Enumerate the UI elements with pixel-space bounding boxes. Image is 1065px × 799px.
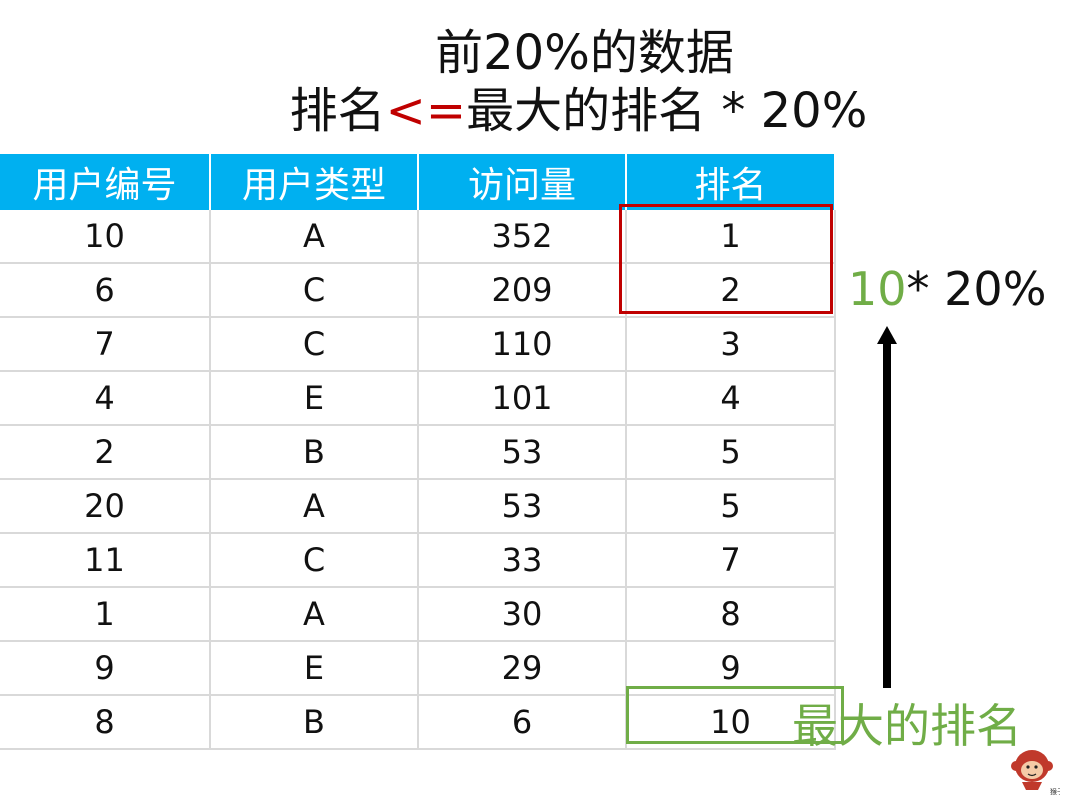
cell-rank: 7	[626, 533, 836, 588]
cell-user-type: C	[210, 317, 419, 372]
cell-user-type: A	[210, 479, 419, 534]
cell-rank: 4	[626, 371, 836, 426]
cell-user-id: 2	[0, 425, 211, 480]
cell-user-id: 4	[0, 371, 211, 426]
cell-user-id: 20	[0, 479, 211, 534]
logo-text: 猴子	[1050, 787, 1060, 796]
subtitle-operator: <=	[385, 83, 467, 139]
cell-user-id: 10	[0, 210, 211, 264]
cell-user-type: E	[210, 641, 419, 696]
header-visits: 访问量	[418, 154, 627, 210]
subtitle-suffix: 最大的排名 * 20%	[466, 83, 868, 139]
cell-user-type: B	[210, 425, 419, 480]
header-user-id: 用户编号	[0, 154, 211, 210]
cell-visits: 53	[418, 425, 627, 480]
cell-user-id: 9	[0, 641, 211, 696]
table-row: 2 B 53 5	[0, 425, 836, 480]
table-row: 7 C 110 3	[0, 317, 836, 372]
cell-rank: 5	[626, 479, 836, 534]
table-row: 20 A 53 5	[0, 479, 836, 534]
cell-visits: 101	[418, 371, 627, 426]
cell-user-type: A	[210, 210, 419, 264]
cell-user-type: C	[210, 533, 419, 588]
cell-visits: 30	[418, 587, 627, 642]
cell-user-id: 1	[0, 587, 211, 642]
cell-visits: 53	[418, 479, 627, 534]
subtitle-prefix: 排名	[289, 83, 386, 139]
cell-user-id: 6	[0, 263, 211, 318]
slide-title: 前20%的数据	[435, 25, 734, 81]
table-row: 11 C 33 7	[0, 533, 836, 588]
cell-user-type: C	[210, 263, 419, 318]
cell-rank: 8	[626, 587, 836, 642]
header-rank: 排名	[626, 154, 836, 210]
monkey-logo-icon: 猴子	[1011, 750, 1060, 796]
formula-rest: * 20%	[906, 262, 1047, 316]
cell-user-id: 11	[0, 533, 211, 588]
formula-value: 10	[848, 262, 907, 316]
cell-user-type: E	[210, 371, 419, 426]
table-header-row: 用户编号 用户类型 访问量 排名	[0, 154, 836, 210]
header-user-type: 用户类型	[210, 154, 419, 210]
top-ranks-highlight-box	[619, 204, 833, 314]
cutoff-formula: 10* 20%	[848, 262, 1046, 316]
cell-visits: 352	[418, 210, 627, 264]
cell-visits: 6	[418, 695, 627, 750]
up-arrow-icon	[877, 326, 897, 688]
cell-user-id: 8	[0, 695, 211, 750]
cell-rank: 3	[626, 317, 836, 372]
slide-subtitle: 排名<=最大的排名 * 20%	[46, 84, 1065, 138]
table-row: 4 E 101 4	[0, 371, 836, 426]
cell-user-type: B	[210, 695, 419, 750]
cell-user-id: 7	[0, 317, 211, 372]
cell-visits: 209	[418, 263, 627, 318]
table-row: 1 A 30 8	[0, 587, 836, 642]
cell-rank: 5	[626, 425, 836, 480]
cell-visits: 110	[418, 317, 627, 372]
cell-visits: 29	[418, 641, 627, 696]
max-rank-label: 最大的排名	[792, 699, 1022, 753]
cell-user-type: A	[210, 587, 419, 642]
cell-visits: 33	[418, 533, 627, 588]
